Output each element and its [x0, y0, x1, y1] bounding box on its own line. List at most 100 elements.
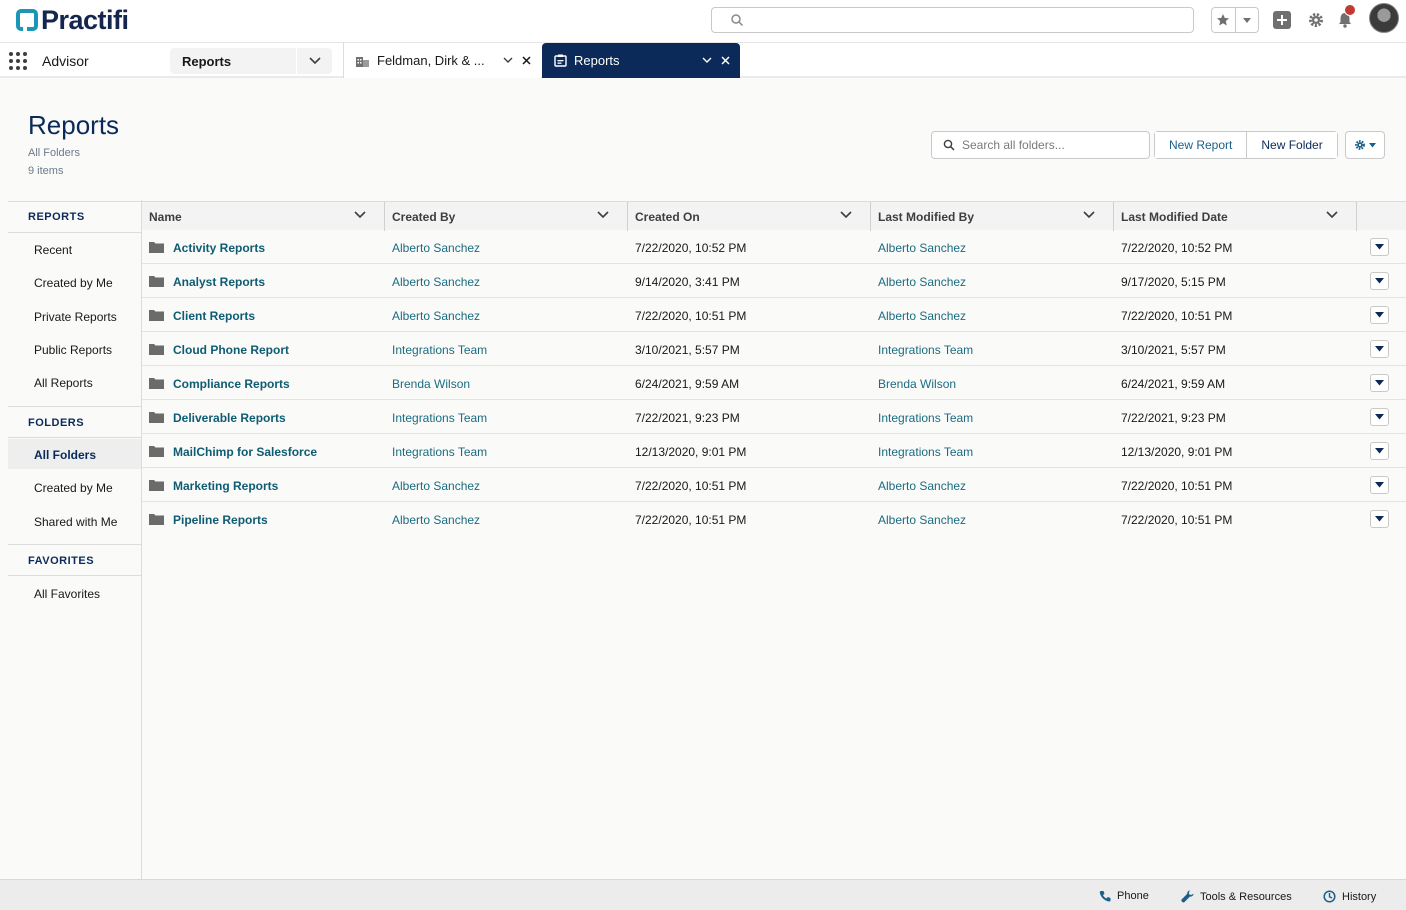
- global-create-button[interactable]: [1272, 10, 1292, 30]
- last-modified-by-link[interactable]: Alberto Sanchez: [878, 241, 966, 255]
- utility-history-button[interactable]: History: [1323, 890, 1376, 903]
- table-row[interactable]: Client Reports Alberto Sanchez 7/22/2020…: [142, 298, 1406, 332]
- folder-name-link[interactable]: Activity Reports: [173, 241, 265, 255]
- created-by-link[interactable]: Brenda Wilson: [392, 377, 470, 391]
- folder-name-link[interactable]: Cloud Phone Report: [173, 343, 289, 357]
- gear-icon: [1309, 13, 1323, 27]
- favorite-star-button[interactable]: [1212, 8, 1235, 32]
- chevron-down-icon[interactable]: [597, 211, 609, 219]
- sidebar-item-shared-with-me[interactable]: Shared with Me: [8, 506, 141, 536]
- tab-close-icon[interactable]: [716, 56, 734, 65]
- last-modified-by-link[interactable]: Brenda Wilson: [878, 377, 956, 391]
- folder-name-link[interactable]: Marketing Reports: [173, 479, 278, 493]
- last-modified-by-link[interactable]: Alberto Sanchez: [878, 275, 966, 289]
- folder-name-link[interactable]: Compliance Reports: [173, 377, 290, 391]
- sidebar-item-recent[interactable]: Recent: [8, 234, 141, 264]
- tab-close-icon[interactable]: [517, 56, 535, 65]
- chevron-down-icon[interactable]: [354, 211, 366, 219]
- created-by-link[interactable]: Integrations Team: [392, 343, 487, 357]
- utility-tools-button[interactable]: Tools & Resources: [1181, 890, 1292, 903]
- global-search-input[interactable]: [711, 7, 1194, 33]
- created-by-link[interactable]: Alberto Sanchez: [392, 479, 480, 493]
- clock-icon: [1323, 890, 1336, 903]
- utility-label: Tools & Resources: [1200, 890, 1292, 903]
- created-by-link[interactable]: Alberto Sanchez: [392, 309, 480, 323]
- nav-selector-label: Reports: [182, 53, 232, 69]
- sidebar-item-public-reports[interactable]: Public Reports: [8, 334, 141, 364]
- last-modified-by-link[interactable]: Integrations Team: [878, 445, 973, 459]
- new-folder-button[interactable]: New Folder: [1246, 132, 1337, 158]
- table-header: Name Created By Created On Last Modified…: [142, 201, 1406, 231]
- table-row[interactable]: Compliance Reports Brenda Wilson 6/24/20…: [142, 366, 1406, 400]
- last-modified-by-link[interactable]: Alberto Sanchez: [878, 513, 966, 527]
- folder-search-input[interactable]: [962, 138, 1132, 152]
- section-title: REPORTS: [28, 211, 85, 223]
- folder-search-field[interactable]: [931, 131, 1150, 159]
- row-actions-menu[interactable]: [1370, 238, 1389, 256]
- folder-name-link[interactable]: MailChimp for Salesforce: [173, 445, 317, 459]
- setup-gear-button[interactable]: [1306, 10, 1326, 30]
- row-actions-menu[interactable]: [1370, 408, 1389, 426]
- last-modified-by-link[interactable]: Alberto Sanchez: [878, 309, 966, 323]
- row-actions-menu[interactable]: [1370, 374, 1389, 392]
- column-header-last-modified-date[interactable]: Last Modified Date: [1114, 202, 1357, 231]
- chevron-down-icon[interactable]: [840, 211, 852, 219]
- created-on: 7/22/2020, 10:51 PM: [635, 309, 747, 323]
- table-row[interactable]: Pipeline Reports Alberto Sanchez 7/22/20…: [142, 502, 1406, 536]
- row-actions-menu[interactable]: [1370, 272, 1389, 290]
- created-on: 7/22/2021, 9:23 PM: [635, 411, 740, 425]
- table-row[interactable]: Activity Reports Alberto Sanchez 7/22/20…: [142, 230, 1406, 264]
- practifi-logo[interactable]: Practifi: [16, 6, 129, 34]
- last-modified-by-link[interactable]: Integrations Team: [878, 343, 973, 357]
- created-by-link[interactable]: Alberto Sanchez: [392, 241, 480, 255]
- sidebar-item-all-favorites[interactable]: All Favorites: [8, 578, 141, 608]
- page-title: Reports: [28, 110, 120, 140]
- app-name: Advisor: [42, 53, 89, 69]
- chevron-down-icon[interactable]: [1326, 211, 1338, 219]
- favorites-list-button[interactable]: [1234, 8, 1258, 32]
- row-actions-menu[interactable]: [1370, 306, 1389, 324]
- row-actions-menu[interactable]: [1370, 442, 1389, 460]
- row-actions-menu[interactable]: [1370, 510, 1389, 528]
- chevron-down-icon[interactable]: [1083, 211, 1095, 219]
- created-by-link[interactable]: Integrations Team: [392, 445, 487, 459]
- folder-name-link[interactable]: Pipeline Reports: [173, 513, 268, 527]
- created-by-link[interactable]: Alberto Sanchez: [392, 513, 480, 527]
- row-actions-menu[interactable]: [1370, 340, 1389, 358]
- row-actions-menu[interactable]: [1370, 476, 1389, 494]
- table-row[interactable]: Analyst Reports Alberto Sanchez 9/14/202…: [142, 264, 1406, 298]
- column-header-last-modified-by[interactable]: Last Modified By: [871, 202, 1114, 231]
- tab-feldman-dirk[interactable]: Feldman, Dirk & ...: [343, 43, 541, 78]
- tab-menu-chevron-icon[interactable]: [698, 57, 716, 64]
- sidebar-item-all-folders[interactable]: All Folders: [8, 439, 141, 469]
- table-row[interactable]: MailChimp for Salesforce Integrations Te…: [142, 434, 1406, 468]
- section-title: FOLDERS: [28, 417, 85, 429]
- created-by-link[interactable]: Alberto Sanchez: [392, 275, 480, 289]
- tab-reports[interactable]: Reports: [542, 43, 740, 78]
- sidebar-item-private-reports[interactable]: Private Reports: [8, 301, 141, 331]
- nav-object-selector[interactable]: Reports: [170, 48, 332, 74]
- last-modified-date: 3/10/2021, 5:57 PM: [1121, 343, 1226, 357]
- folder-name-link[interactable]: Analyst Reports: [173, 275, 265, 289]
- table-row[interactable]: Marketing Reports Alberto Sanchez 7/22/2…: [142, 468, 1406, 502]
- sidebar-item-folders-created-by-me[interactable]: Created by Me: [8, 472, 141, 502]
- folder-name-link[interactable]: Deliverable Reports: [173, 411, 286, 425]
- last-modified-by-link[interactable]: Alberto Sanchez: [878, 479, 966, 493]
- sidebar-item-all-reports[interactable]: All Reports: [8, 367, 141, 397]
- user-avatar[interactable]: [1369, 3, 1399, 33]
- app-launcher-icon[interactable]: [9, 52, 27, 70]
- column-header-created-on[interactable]: Created On: [628, 202, 871, 231]
- new-report-button[interactable]: New Report: [1155, 132, 1247, 158]
- created-by-link[interactable]: Integrations Team: [392, 411, 487, 425]
- list-settings-button[interactable]: [1345, 131, 1385, 159]
- column-header-created-by[interactable]: Created By: [385, 202, 628, 231]
- sidebar-item-created-by-me[interactable]: Created by Me: [8, 267, 141, 297]
- column-header-name[interactable]: Name: [142, 202, 385, 231]
- chevron-down-icon[interactable]: [296, 48, 332, 74]
- folder-name-link[interactable]: Client Reports: [173, 309, 255, 323]
- tab-menu-chevron-icon[interactable]: [499, 57, 517, 64]
- table-row[interactable]: Cloud Phone Report Integrations Team 3/1…: [142, 332, 1406, 366]
- last-modified-by-link[interactable]: Integrations Team: [878, 411, 973, 425]
- utility-phone-button[interactable]: Phone: [1099, 890, 1149, 902]
- table-row[interactable]: Deliverable Reports Integrations Team 7/…: [142, 400, 1406, 434]
